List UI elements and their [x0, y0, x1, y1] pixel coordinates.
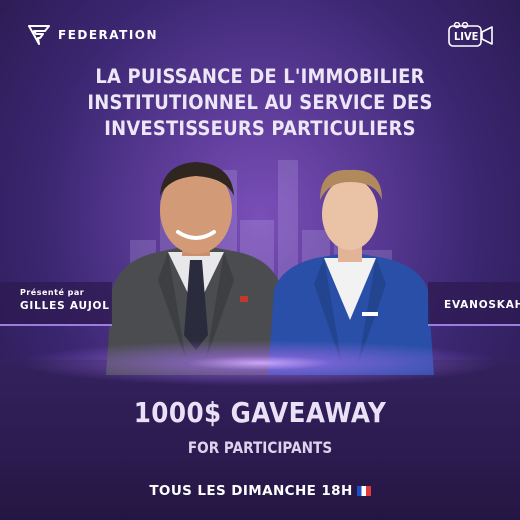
- presenter-caption: Présenté par: [20, 288, 85, 297]
- guest-plate: EVANOSKAH: [428, 282, 520, 326]
- brand-name: FEDERATION: [58, 28, 159, 42]
- presenter-plate: Présenté par GILLES AUJOL: [0, 282, 112, 326]
- schedule-label: TOUS LES DIMANCHE 18H: [149, 483, 353, 499]
- headline-line-3: INVESTISSEURS PARTICULIERS: [104, 117, 416, 140]
- light-glow-band: [0, 338, 520, 388]
- federation-logo-icon: [28, 25, 50, 45]
- live-badge: LIVE: [448, 21, 494, 48]
- headline-line-1: LA PUISSANCE DE L'IMMOBILIER: [95, 65, 425, 88]
- presenter-name: GILLES AUJOL: [20, 300, 110, 312]
- event-poster: FEDERATION LIVE LA PUISSANCE DE L'IMMOBI…: [0, 0, 520, 520]
- schedule: TOUS LES DIMANCHE 18H: [0, 483, 520, 499]
- live-label: LIVE: [454, 30, 479, 43]
- headline: LA PUISSANCE DE L'IMMOBILIER INSTITUTION…: [76, 64, 444, 142]
- brand-logo: FEDERATION: [28, 24, 158, 46]
- france-flag-icon: [356, 486, 371, 496]
- headline-line-2: INSTITUTIONNEL AU SERVICE DES: [87, 91, 433, 114]
- guest-name: EVANOSKAH: [444, 299, 520, 311]
- giveaway-title: 1000$ GAVEAWAY: [133, 396, 387, 429]
- giveaway-subtitle: FOR PARTICIPANTS: [187, 438, 333, 457]
